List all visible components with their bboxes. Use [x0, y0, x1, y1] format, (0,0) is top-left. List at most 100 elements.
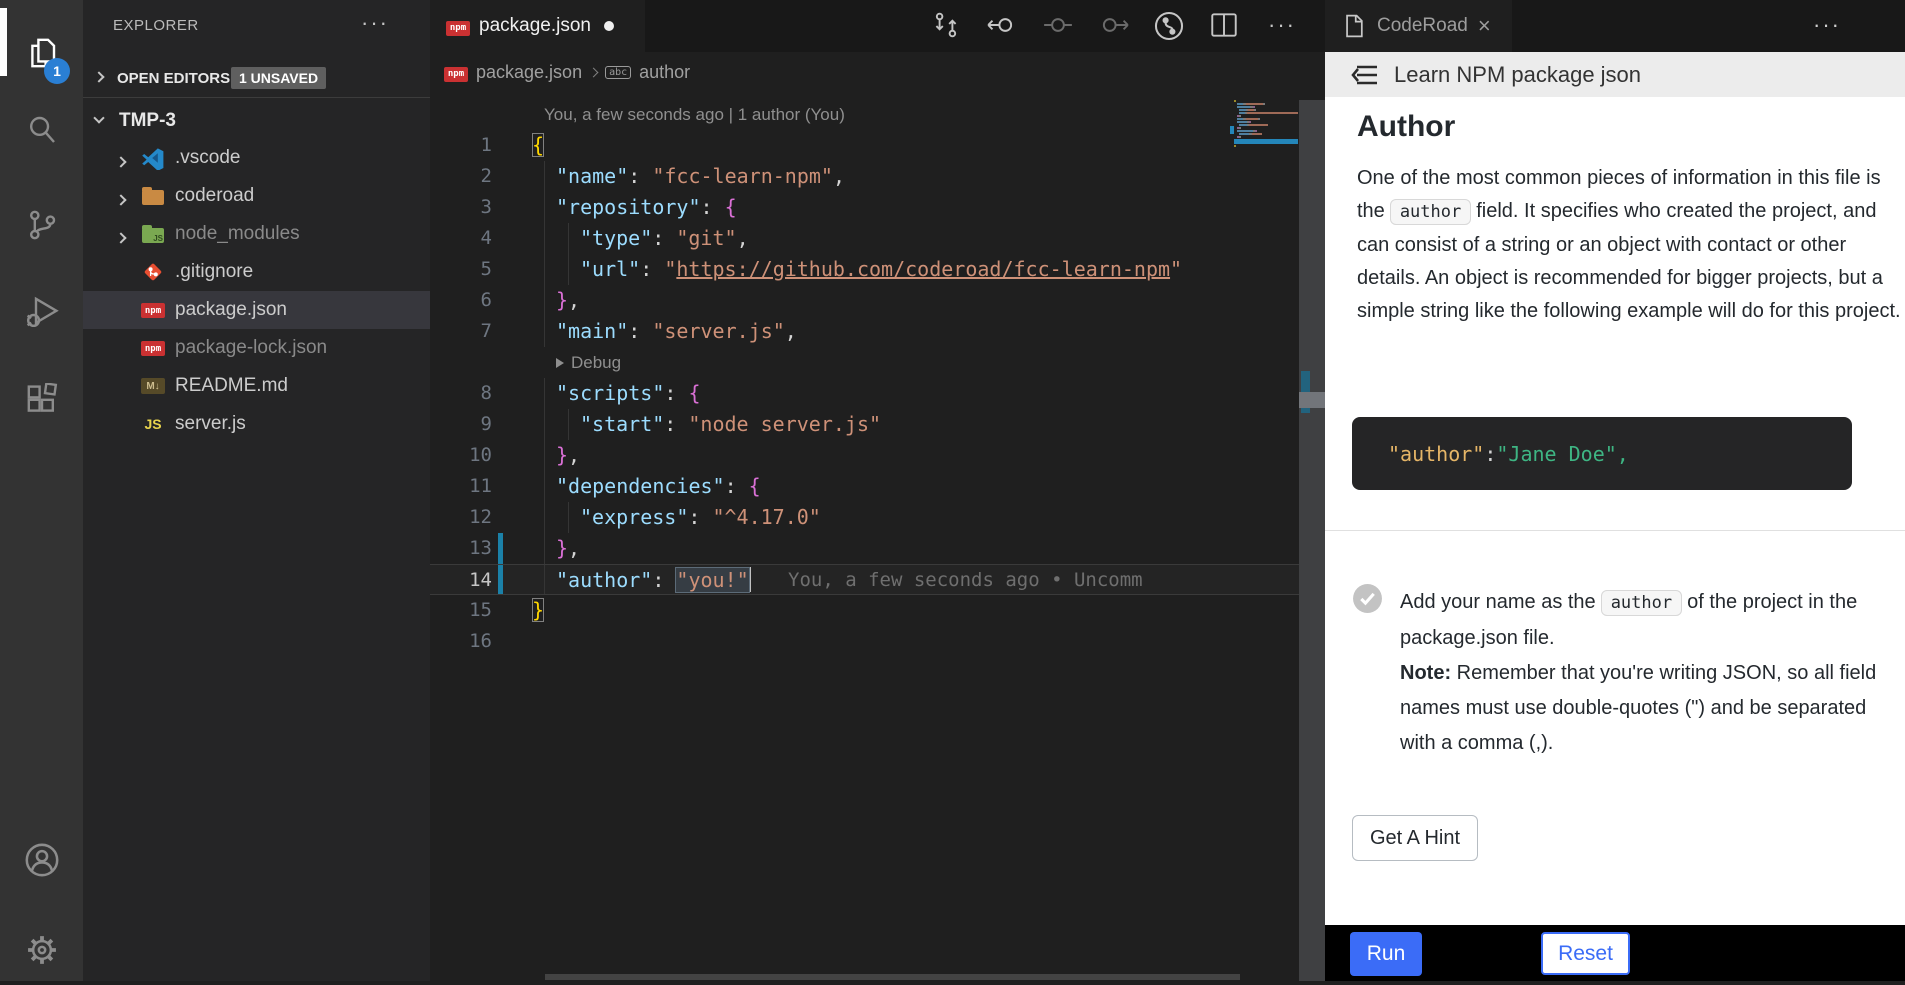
file-name: server.js	[175, 413, 246, 435]
coderoad-footer: Run Reset	[1325, 925, 1905, 981]
minimap[interactable]	[1234, 100, 1298, 151]
compare-changes-icon[interactable]	[930, 9, 964, 43]
vertical-scrollbar[interactable]	[1299, 100, 1325, 981]
npm-icon: npm	[444, 67, 468, 82]
breadcrumb: npm package.json abc author	[430, 52, 690, 92]
line-number: 13	[430, 533, 492, 564]
file-tree-item-server-js[interactable]: JS server.js	[83, 405, 430, 443]
line-number: 2	[430, 161, 492, 192]
file-tree: .vscodecoderoadnode_modules.gitignorenpm…	[83, 139, 430, 443]
file-tree-item-package-json[interactable]: npmpackage.json	[83, 291, 430, 329]
scrollbar-thumb[interactable]	[1299, 392, 1325, 408]
code-line-6[interactable]: 6},	[430, 285, 1299, 316]
code-line-14[interactable]: 14"author": "you!"You, a few seconds ago…	[430, 564, 1299, 595]
code-line-11[interactable]: 11"dependencies": {	[430, 471, 1299, 502]
example-key: "author"	[1388, 442, 1484, 466]
split-editor-icon[interactable]	[1208, 9, 1242, 43]
line-number: 5	[430, 254, 492, 285]
file-tree-item-package-lock-json[interactable]: npmpackage-lock.json	[83, 329, 430, 367]
source-control-icon[interactable]	[0, 190, 83, 260]
line-number: 1	[430, 130, 492, 161]
file-tree-item-coderoad[interactable]: coderoad	[83, 177, 430, 215]
workspace-root-folder[interactable]: TMP-3	[83, 101, 430, 139]
unsaved-dot-icon[interactable]	[604, 21, 614, 31]
js-icon: JS	[141, 413, 165, 435]
blame-ghost-text: You, a few seconds ago • Uncomm	[788, 565, 1143, 596]
breadcrumb-file[interactable]: package.json	[476, 62, 582, 83]
example-separator: :	[1484, 442, 1496, 466]
chevron-right-icon	[115, 194, 126, 205]
code-line-4[interactable]: 4"type": "git",	[430, 223, 1299, 254]
breadcrumb-symbol[interactable]: author	[639, 62, 690, 83]
file-tree-item--vscode[interactable]: .vscode	[83, 139, 430, 177]
vscode-folder-icon	[141, 147, 165, 169]
panel-more-actions-icon[interactable]: ···	[1813, 12, 1841, 38]
file-name: node_modules	[175, 223, 300, 245]
section-paragraph: One of the most common pieces of informa…	[1357, 162, 1903, 328]
line-number: 3	[430, 192, 492, 223]
modified-line-indicator	[498, 565, 503, 594]
next-change-icon[interactable]	[1098, 9, 1132, 43]
code-line-7[interactable]: 7"main": "server.js",	[430, 316, 1299, 347]
explorer-icon[interactable]: 1	[0, 18, 83, 88]
editor-more-actions-icon[interactable]: ···	[1268, 12, 1296, 38]
code-line-12[interactable]: 12"express": "^4.17.0"	[430, 502, 1299, 533]
note-label: Note:	[1400, 662, 1451, 684]
horizontal-scrollbar-thumb[interactable]	[545, 974, 1240, 980]
search-icon[interactable]	[0, 95, 83, 165]
inline-code-author: author	[1390, 199, 1471, 225]
discard-changes-icon[interactable]	[985, 9, 1019, 43]
code-editor[interactable]: You, a few seconds ago | 1 author (You)1…	[430, 100, 1299, 657]
run-debug-icon[interactable]	[0, 277, 83, 347]
code-line-16[interactable]: 16	[430, 626, 1299, 657]
run-button[interactable]: Run	[1350, 932, 1422, 976]
code-line-2[interactable]: 2"name": "fcc-learn-npm",	[430, 161, 1299, 192]
file-tree-item--gitignore[interactable]: .gitignore	[83, 253, 430, 291]
get-hint-button[interactable]: Get A Hint	[1352, 815, 1478, 861]
file-tree-item-README-md[interactable]: M↓README.md	[83, 367, 430, 405]
back-to-menu-icon[interactable]	[1350, 60, 1380, 90]
npm-icon: npm	[446, 21, 470, 36]
close-icon[interactable]: ×	[1478, 13, 1491, 39]
file-tree-item-node-modules[interactable]: node_modules	[83, 215, 430, 253]
chevron-right-icon	[93, 71, 104, 82]
extensions-icon[interactable]	[0, 366, 83, 436]
divider	[1325, 530, 1905, 531]
code-line-3[interactable]: 3"repository": {	[430, 192, 1299, 223]
chevron-right-icon	[589, 67, 599, 77]
explorer-sidebar: EXPLORER ··· OPEN EDITORS 1 UNSAVED TMP-…	[83, 0, 430, 981]
account-icon[interactable]	[0, 825, 83, 895]
task-check-icon	[1352, 583, 1383, 619]
sidebar-more-actions-icon[interactable]: ···	[361, 10, 389, 36]
code-line-15[interactable]: 15}	[430, 595, 1299, 626]
line-number: 9	[430, 409, 492, 440]
play-icon	[556, 358, 564, 368]
debug-codelens[interactable]: Debug	[430, 347, 1299, 378]
npm-icon: npm	[141, 341, 165, 356]
line-number: 11	[430, 471, 492, 502]
code-line-5[interactable]: 5"url": "https://github.com/coderoad/fcc…	[430, 254, 1299, 285]
editor-group: npm package.json ··· npm package.json ab…	[430, 0, 1325, 981]
tab-package-json[interactable]: npm package.json	[430, 0, 645, 52]
timeline-icon[interactable]	[1152, 9, 1186, 43]
open-editors-label: OPEN EDITORS	[117, 70, 230, 87]
reset-button[interactable]: Reset	[1541, 932, 1630, 975]
authors-codelens[interactable]: You, a few seconds ago | 1 author (You)	[430, 100, 1299, 130]
settings-gear-icon[interactable]	[0, 915, 83, 985]
coderoad-tab-bar: CodeRoad × ···	[1325, 0, 1905, 52]
tab-coderoad[interactable]: CodeRoad ×	[1325, 0, 1512, 52]
previous-change-icon[interactable]	[1042, 9, 1076, 43]
code-line-1[interactable]: 1{	[430, 130, 1299, 161]
unsaved-badge: 1 UNSAVED	[231, 67, 326, 89]
code-line-13[interactable]: 13},	[430, 533, 1299, 564]
markdown-icon: M↓	[141, 378, 165, 394]
workspace-root-label: TMP-3	[119, 110, 176, 132]
code-line-9[interactable]: 9"start": "node server.js"	[430, 409, 1299, 440]
coderoad-panel: CodeRoad × ··· Learn NPM package json Au…	[1325, 0, 1905, 981]
sidebar-title: EXPLORER	[113, 17, 199, 34]
code-line-10[interactable]: 10},	[430, 440, 1299, 471]
open-editors-section[interactable]: OPEN EDITORS 1 UNSAVED	[83, 60, 430, 98]
chevron-right-icon	[115, 232, 126, 243]
line-number: 15	[430, 595, 492, 626]
code-line-8[interactable]: 8"scripts": {	[430, 378, 1299, 409]
